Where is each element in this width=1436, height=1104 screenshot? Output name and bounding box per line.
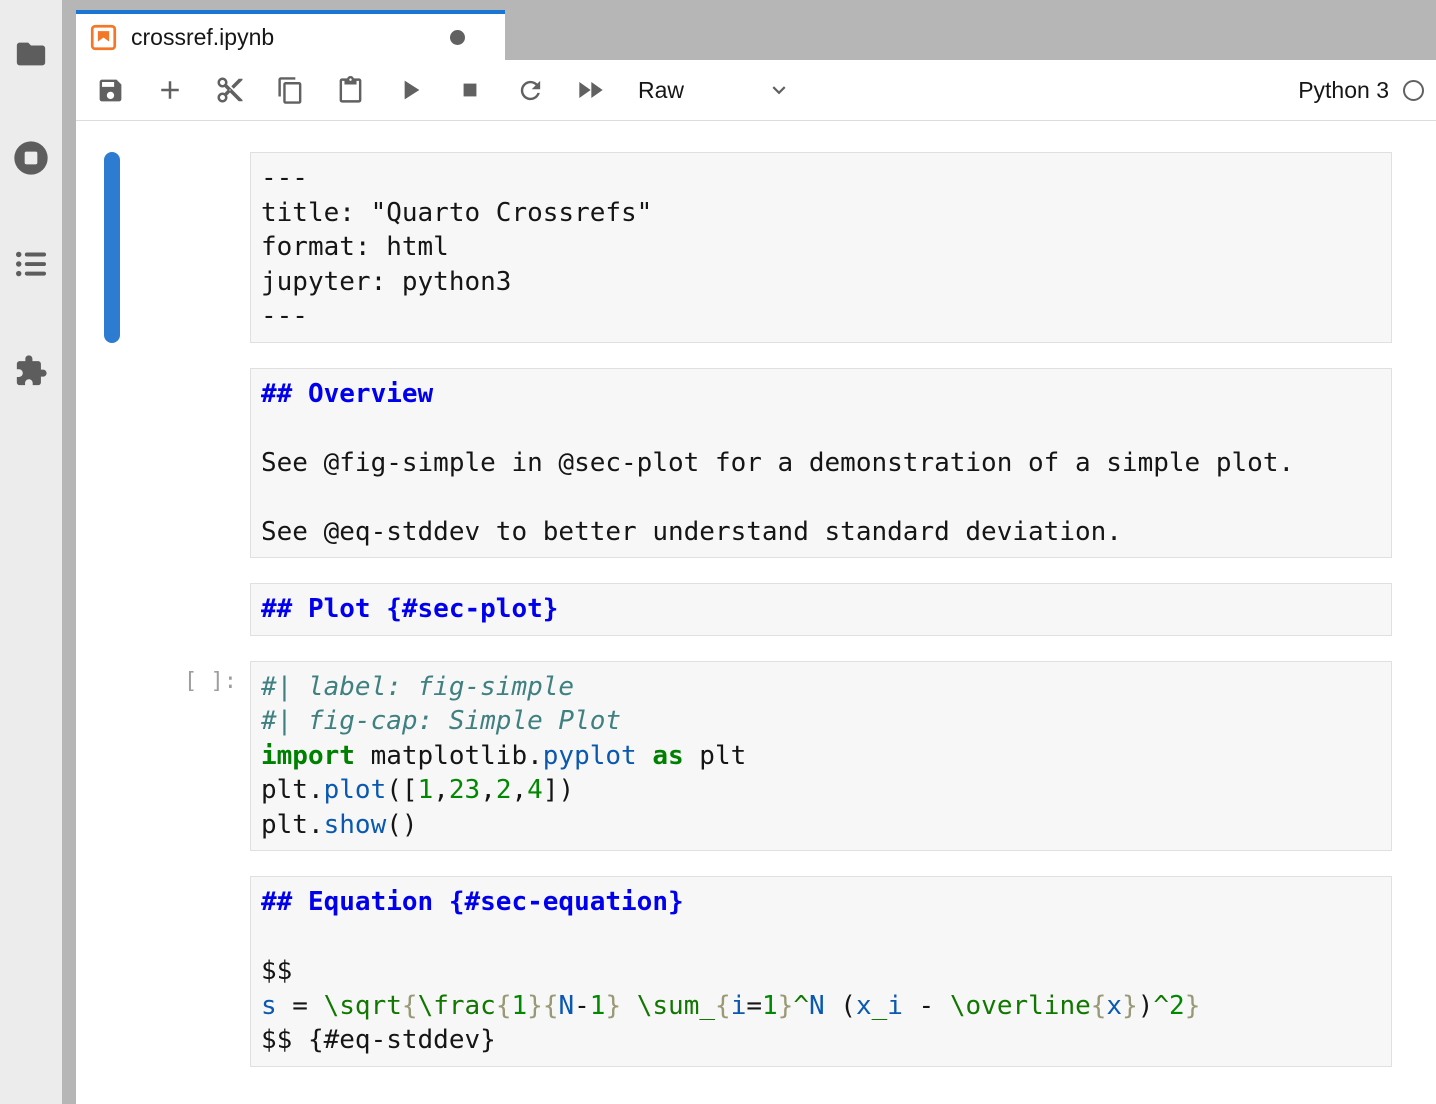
code-line: See @eq-stddev to better understand stan… [261, 515, 1381, 550]
kernel-name: Python 3 [1298, 77, 1389, 104]
folder-icon [14, 37, 48, 76]
code-line [261, 480, 1381, 515]
code-line: ## Plot {#sec-plot} [261, 592, 1381, 627]
chevron-down-icon [766, 77, 802, 103]
copy-icon [276, 76, 305, 105]
cell-gutter [76, 876, 250, 1067]
code-line: plt.show() [261, 808, 1381, 843]
main-panel: crossref.ipynb Raw Python 3 ---title: "Q… [76, 0, 1436, 1104]
save-icon [96, 76, 125, 105]
code-line: $$ {#eq-stddev} [261, 1023, 1381, 1058]
tab-bar: crossref.ipynb [76, 0, 1436, 60]
puzzle-icon [14, 354, 48, 393]
play-icon [394, 74, 426, 106]
sidebar-item-running-terminals-kernels[interactable] [0, 138, 62, 183]
kernel-indicator[interactable]: Python 3 [1298, 77, 1436, 104]
stop-icon [456, 76, 484, 104]
jupyterlab-window: crossref.ipynb Raw Python 3 ---title: "Q… [0, 0, 1436, 1104]
cut-cells-button[interactable] [200, 62, 260, 118]
code-line: $$ [261, 954, 1381, 989]
scissors-icon [215, 75, 245, 105]
code-line: #| label: fig-simple [261, 670, 1381, 705]
tab-title: crossref.ipynb [131, 24, 274, 51]
execution-prompt: [ ]: [184, 669, 237, 694]
cell-4-markdown[interactable]: ## Equation {#sec-equation} $$s = \sqrt{… [76, 876, 1392, 1067]
cell-gutter [76, 152, 250, 343]
code-line: ## Equation {#sec-equation} [261, 885, 1381, 920]
code-line: --- [261, 299, 1381, 334]
sidebar-item-extension-manager[interactable] [0, 354, 62, 393]
cell-3-code[interactable]: [ ]: #| label: fig-simple#| fig-cap: Simp… [76, 661, 1392, 852]
code-line: format: html [261, 230, 1381, 265]
code-line: --- [261, 161, 1381, 196]
sidebar-item-file-browser[interactable] [0, 37, 62, 76]
plus-icon [155, 75, 185, 105]
run-cell-button[interactable] [380, 62, 440, 118]
code-line: s = \sqrt{\frac{1}{N-1} \sum_{i=1}^N (x_… [261, 989, 1381, 1024]
code-line: import matplotlib.pyplot as plt [261, 739, 1381, 774]
code-line: ## Overview [261, 377, 1381, 412]
sidebar-item-table-of-contents[interactable] [0, 249, 62, 284]
notebook-toolbar: Raw Python 3 [76, 60, 1436, 121]
code-line: title: "Quarto Crossrefs" [261, 196, 1381, 231]
cell-editor[interactable]: ## Equation {#sec-equation} $$s = \sqrt{… [250, 876, 1392, 1067]
list-icon [14, 249, 48, 284]
cell-type-value: Raw [638, 77, 684, 104]
cell-gutter [76, 368, 250, 559]
copy-cells-button[interactable] [260, 62, 320, 118]
code-line: #| fig-cap: Simple Plot [261, 704, 1381, 739]
cell-gutter [76, 583, 250, 636]
cell-1-markdown[interactable]: ## Overview See @fig-simple in @sec-plot… [76, 368, 1392, 559]
unsaved-changes-indicator [450, 30, 465, 45]
code-line [261, 411, 1381, 446]
interrupt-kernel-button[interactable] [440, 62, 500, 118]
left-activity-bar [0, 0, 62, 1104]
save-button[interactable] [80, 62, 140, 118]
selected-cell-collapser[interactable] [104, 152, 120, 343]
refresh-icon [516, 76, 545, 105]
code-line: See @fig-simple in @sec-plot for a demon… [261, 446, 1381, 481]
cell-gutter: [ ]: [76, 661, 250, 852]
restart-and-run-all-button[interactable] [560, 62, 620, 118]
code-line: jupyter: python3 [261, 265, 1381, 300]
cell-2-markdown[interactable]: ## Plot {#sec-plot} [76, 583, 1392, 636]
cell-editor[interactable]: ## Plot {#sec-plot} [250, 583, 1392, 636]
cell-editor[interactable]: ## Overview See @fig-simple in @sec-plot… [250, 368, 1392, 559]
stop-circle-icon [11, 138, 51, 183]
cell-type-dropdown[interactable]: Raw [620, 62, 802, 118]
sidebar-divider [62, 0, 76, 1104]
cell-editor[interactable]: ---title: "Quarto Crossrefs"format: html… [250, 152, 1392, 343]
cell-editor[interactable]: #| label: fig-simple#| fig-cap: Simple P… [250, 661, 1392, 852]
code-line: plt.plot([1,23,2,4]) [261, 773, 1381, 808]
restart-kernel-button[interactable] [500, 62, 560, 118]
notebook-icon [90, 24, 117, 51]
notebook-cells: ---title: "Quarto Crossrefs"format: html… [76, 121, 1436, 1104]
paste-cells-button[interactable] [320, 62, 380, 118]
code-line [261, 920, 1381, 955]
clipboard-icon [336, 76, 365, 105]
fast-forward-icon [574, 74, 606, 106]
kernel-status-icon [1403, 80, 1424, 101]
insert-cell-below-button[interactable] [140, 62, 200, 118]
tab-crossref-ipynb[interactable]: crossref.ipynb [76, 10, 505, 60]
cell-0-raw[interactable]: ---title: "Quarto Crossrefs"format: html… [76, 152, 1392, 343]
